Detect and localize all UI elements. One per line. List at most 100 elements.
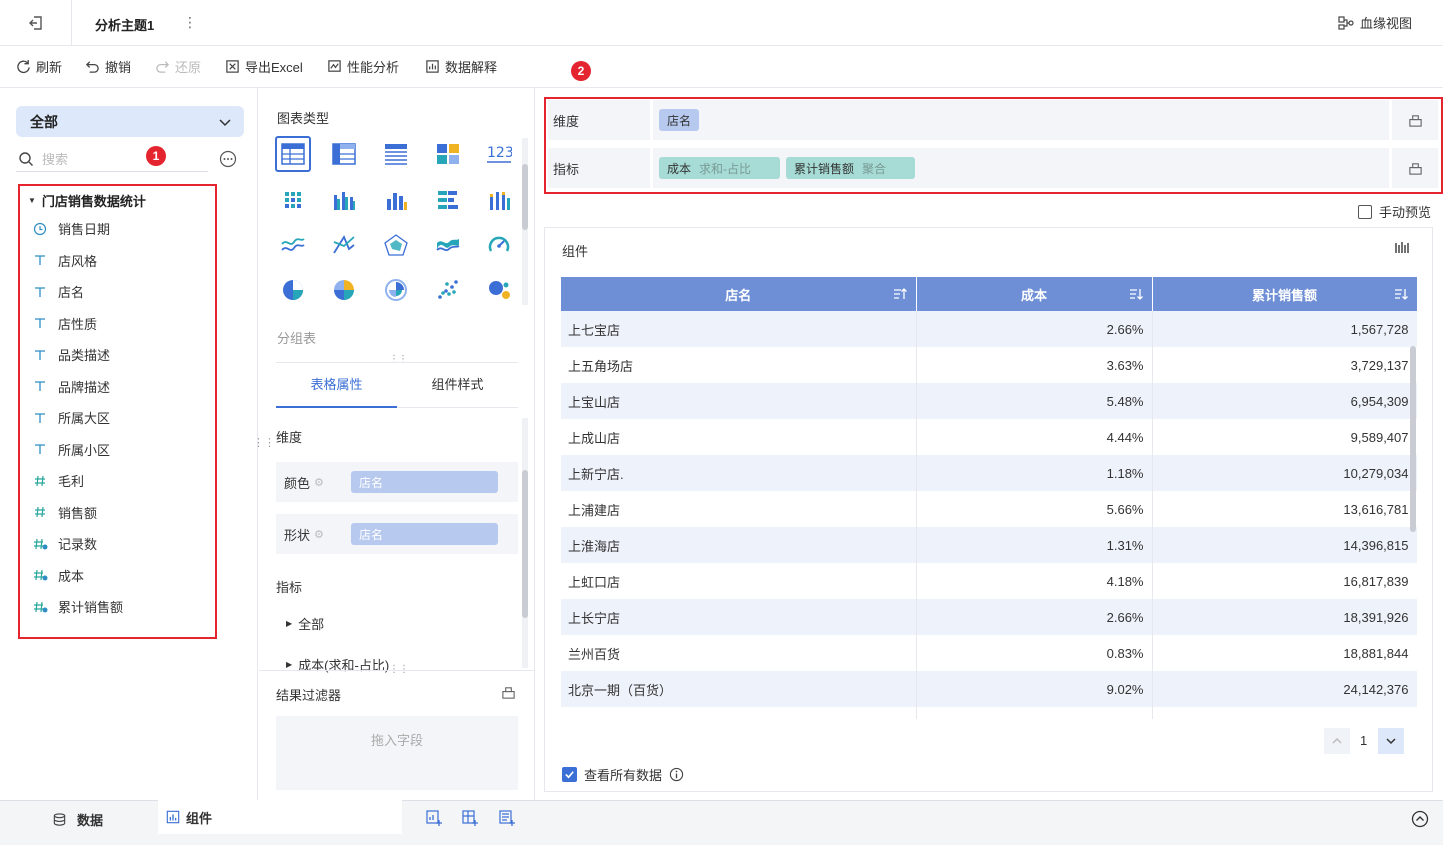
stacked-bar-icon[interactable] xyxy=(481,182,517,218)
pivot-table-icon[interactable] xyxy=(326,136,362,172)
field-item[interactable]: 品牌描述 xyxy=(32,377,110,396)
bar-chart-icon[interactable] xyxy=(378,182,414,218)
metric-tag-cost[interactable]: 成本 求和-占比 xyxy=(659,157,780,179)
prev-page-button[interactable] xyxy=(1324,728,1350,754)
horizontal-bar-icon[interactable] xyxy=(430,182,466,218)
props-scrollbar[interactable] xyxy=(522,418,528,668)
chart-type-scrollbar[interactable] xyxy=(522,138,528,305)
database-icon xyxy=(53,813,66,826)
add-text-component-icon[interactable] xyxy=(498,809,516,827)
resize-handle-icon[interactable]: ⋮⋮ xyxy=(389,354,408,365)
undo-button[interactable]: 撤销 xyxy=(85,57,131,76)
field-item[interactable]: 销售额 xyxy=(32,503,97,522)
detail-table-icon[interactable] xyxy=(378,136,414,172)
shape-field-pill[interactable]: 店名 xyxy=(351,523,498,545)
color-field-pill[interactable]: 店名 xyxy=(351,471,498,493)
column-header-cost[interactable]: 成本 xyxy=(916,277,1153,311)
gauge-icon[interactable] xyxy=(481,227,517,263)
metric-tag-cumsales[interactable]: 累计销售额 聚合 xyxy=(786,157,915,179)
field-item[interactable]: 累计销售额 xyxy=(32,597,123,616)
metric-cost-node[interactable]: ▶ 成本(求和-占比) xyxy=(286,655,389,674)
metric-all-node[interactable]: ▶ 全部 xyxy=(286,614,324,633)
back-button[interactable] xyxy=(0,0,72,46)
table-row[interactable]: 上成山店 4.44% 9,589,407 xyxy=(561,419,1417,455)
bubble-chart-icon[interactable] xyxy=(481,272,517,308)
filter-drop-zone[interactable]: 拖入字段 xyxy=(276,716,518,790)
area-chart-icon[interactable] xyxy=(430,227,466,263)
table-scrollbar[interactable] xyxy=(1410,346,1416,532)
title-more-button[interactable]: ⋮ xyxy=(183,14,197,31)
table-row[interactable]: 上宝山店 5.48% 6,954,309 xyxy=(561,383,1417,419)
redo-button[interactable]: 还原 xyxy=(155,57,201,76)
field-item[interactable]: 店名 xyxy=(32,282,84,301)
column-header-cumsales[interactable]: 累计销售额 xyxy=(1152,277,1417,311)
table-row[interactable]: 兰州百货 0.83% 18,881,844 xyxy=(561,635,1417,671)
data-explain-button[interactable]: 数据解释 xyxy=(425,57,497,76)
caret-down-icon: ▼ xyxy=(28,196,36,205)
dimension-drop-zone[interactable]: 店名 xyxy=(653,100,1389,140)
field-item[interactable]: 店风格 xyxy=(32,251,97,270)
scope-select[interactable]: 全部 xyxy=(16,106,244,137)
performance-analysis-button[interactable]: 性能分析 xyxy=(327,57,399,76)
checkbox-checked xyxy=(562,767,577,782)
tab-component[interactable]: 组件 xyxy=(158,800,402,834)
table-row[interactable]: 上浦建店 5.66% 13,616,781 xyxy=(561,491,1417,527)
tab-table-props[interactable]: 表格属性 xyxy=(276,372,397,408)
tab-data[interactable]: 数据 xyxy=(52,810,103,829)
table-chart-icon[interactable] xyxy=(275,136,311,172)
kpi-card-icon[interactable] xyxy=(430,136,466,172)
rose-chart-icon[interactable] xyxy=(378,272,414,308)
table-row[interactable]: 上长宁店 2.66% 18,391,926 xyxy=(561,599,1417,635)
field-item[interactable]: 成本 xyxy=(32,566,84,585)
multi-pie-icon[interactable] xyxy=(326,272,362,308)
table-row[interactable]: 上五角场店 3.63% 3,729,137 xyxy=(561,347,1417,383)
search-input[interactable]: 搜索 xyxy=(16,146,208,172)
field-item[interactable]: 品类描述 xyxy=(32,345,110,364)
parallel-lines-icon[interactable] xyxy=(326,227,362,263)
field-item[interactable]: 销售日期 xyxy=(32,219,110,238)
table-row[interactable]: 上虹口店 4.18% 16,817,839 xyxy=(561,563,1417,599)
table-row[interactable]: 上淮海店 1.31% 14,396,815 xyxy=(561,527,1417,563)
grouped-bar-icon[interactable] xyxy=(326,182,362,218)
metric-drop-zone[interactable]: 成本 求和-占比 累计销售额 聚合 xyxy=(653,148,1389,188)
table-row[interactable]: 北京一期（百货） 9.02% 24,142,376 xyxy=(561,671,1417,707)
cell-store: 上长宁店 xyxy=(561,599,917,635)
manual-preview-label: 手动预览 xyxy=(1379,205,1432,220)
export-excel-button[interactable]: 导出Excel xyxy=(225,57,303,76)
panel-drag-handle-icon[interactable]: ⋮⋮ xyxy=(253,436,275,449)
field-item[interactable]: 记录数 xyxy=(32,534,97,553)
resize-handle-icon[interactable]: ⋮⋮ xyxy=(389,664,409,675)
metric-settings-button[interactable] xyxy=(1392,148,1438,188)
lineage-view-button[interactable]: 血缘视图 xyxy=(1338,13,1412,32)
scatter-chart-icon[interactable] xyxy=(430,272,466,308)
view-all-data-checkbox[interactable]: 查看所有数据 xyxy=(562,765,684,784)
chart-settings-icon[interactable] xyxy=(1394,240,1410,256)
field-item[interactable]: 毛利 xyxy=(32,471,84,490)
collapse-button[interactable] xyxy=(1411,810,1429,828)
scatter-grid-icon[interactable] xyxy=(275,182,311,218)
tab-component-style[interactable]: 组件样式 xyxy=(397,372,518,408)
next-page-button[interactable] xyxy=(1378,728,1404,754)
table-row[interactable]: 上新宁店. 1.18% 10,279,034 xyxy=(561,455,1417,491)
filter-settings-icon[interactable] xyxy=(501,685,516,700)
dimension-settings-button[interactable] xyxy=(1392,100,1438,140)
dimension-tag[interactable]: 店名 xyxy=(659,109,700,131)
field-item[interactable]: 所属小区 xyxy=(32,440,110,459)
radar-chart-icon[interactable] xyxy=(378,227,414,263)
more-options-button[interactable] xyxy=(219,150,237,171)
pie-chart-icon[interactable] xyxy=(275,272,311,308)
manual-preview-checkbox[interactable]: 手动预览 xyxy=(1358,202,1431,221)
field-item[interactable]: 店性质 xyxy=(32,314,97,333)
number-card-icon[interactable]: 123 xyxy=(481,136,517,172)
column-header-store[interactable]: 店名 xyxy=(561,277,917,311)
refresh-button[interactable]: 刷新 xyxy=(16,57,62,76)
line-chart-icon[interactable] xyxy=(275,227,311,263)
gear-icon[interactable]: ⚙ xyxy=(314,528,324,541)
table-row[interactable]: 上七宝店 2.66% 1,567,728 xyxy=(561,311,1417,347)
field-item[interactable]: 所属大区 xyxy=(32,408,110,427)
gear-icon[interactable]: ⚙ xyxy=(314,476,324,489)
add-filter-component-icon[interactable] xyxy=(461,809,479,827)
dataset-node[interactable]: ▼ 门店销售数据统计 xyxy=(28,191,146,210)
table-row[interactable]: 北京二期（百货）3.58%25,677,045 xyxy=(561,707,1417,719)
add-component-icon[interactable] xyxy=(425,809,443,827)
